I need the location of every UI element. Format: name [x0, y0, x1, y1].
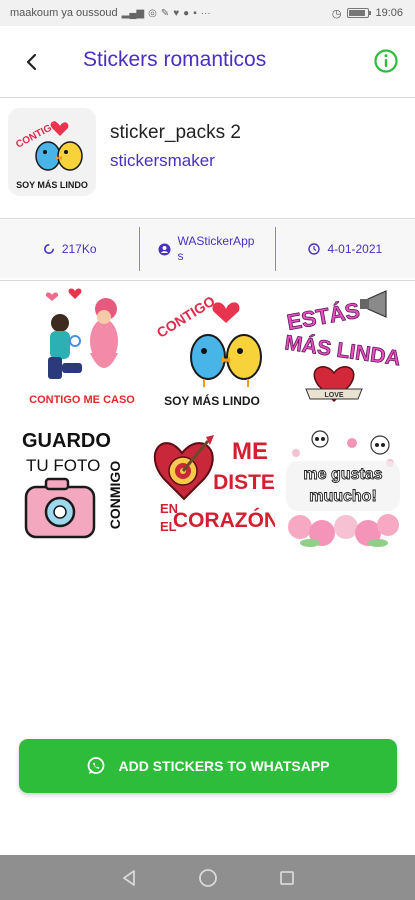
- sticker-me-diste-en-el-corazon[interactable]: ME DISTE EN EL CORAZÓN: [150, 423, 275, 553]
- sticker-text: TU FOTO: [26, 456, 100, 475]
- sticker-text: CONTIGO: [154, 293, 218, 341]
- sticker-text: MÁS LINDA: [283, 331, 402, 370]
- sticker-text: ME: [232, 438, 268, 465]
- sticker-text: CORAZÓN: [173, 508, 275, 532]
- sticker-estas-mas-linda[interactable]: ESTÁS MÁS LINDA LOVE: [280, 283, 405, 413]
- sticker-contigo-soy-mas-lindo[interactable]: CONTIGO SOY MÁS LINDO: [150, 283, 275, 413]
- sticker-text: ESTÁS: [285, 298, 362, 335]
- whatsapp-notif-icon: ◎: [148, 7, 157, 19]
- sticker-text: DISTE: [213, 471, 275, 494]
- pack-header: CONTIGO SOY MÁS LINDO sticker_packs 2 st…: [0, 100, 415, 218]
- facebook-notif-icon: ●: [183, 7, 190, 19]
- pack-name: sticker_packs 2: [110, 122, 241, 143]
- info-button[interactable]: [373, 48, 399, 74]
- clock-icon: [308, 243, 321, 255]
- account-icon: [158, 243, 170, 255]
- battery-fill: [349, 10, 365, 16]
- system-nav-bar: [0, 855, 415, 900]
- pack-info-strip: 217Ko WAStickerApps 4-01-2021: [0, 220, 415, 278]
- appbar-divider: [0, 97, 415, 98]
- back-button[interactable]: [18, 48, 46, 76]
- status-time: 19:06: [375, 7, 403, 19]
- screen: maakoum ya oussoud ▂▄▆ ◎ ✎ ♥ ● ▪ ··· ◷ 1…: [0, 0, 415, 900]
- pack-tray-image: CONTIGO SOY MÁS LINDO: [8, 108, 96, 196]
- whatsapp-icon: [88, 757, 105, 774]
- tray-birds-image: CONTIGO SOY MÁS LINDO: [14, 119, 88, 190]
- pack-size-value: 217Ko: [61, 242, 97, 256]
- app-bar: Stickers romanticos: [0, 26, 415, 96]
- pack-publisher-value: WAStickerApps: [177, 234, 255, 263]
- nav-home-icon[interactable]: [198, 868, 218, 888]
- edit-notif-icon: ✎: [160, 7, 170, 19]
- battery-icon: [347, 8, 372, 18]
- pack-size: 217Ko: [0, 220, 139, 278]
- status-bar: maakoum ya oussoud ▂▄▆ ◎ ✎ ♥ ● ▪ ··· ◷ 1…: [0, 0, 415, 26]
- twitter-notif-icon: ♥: [173, 7, 180, 19]
- sticker-text: CONTIGO ME CASO: [29, 394, 135, 406]
- page-title: Stickers romanticos: [83, 48, 267, 71]
- sticker-text: CONMIGO: [107, 461, 123, 530]
- sticker-image: ESTÁS MÁS LINDA LOVE: [283, 290, 402, 403]
- carrier-name: maakoum ya oussoud: [10, 7, 118, 19]
- arrow-back-icon: [26, 53, 37, 71]
- add-button-label: ADD STICKERS TO WHATSAPP: [118, 758, 330, 774]
- sticker-grid: CONTIGO ME CASO CONTIGO SOY MÁS LINDO ES…: [20, 283, 402, 553]
- sticker-text: me gustas: [303, 466, 382, 483]
- header-divider: [0, 218, 415, 219]
- info-circle-icon: [374, 49, 398, 73]
- sticker-text: LOVE: [324, 392, 343, 399]
- tray-text-bottom: SOY MÁS LINDO: [16, 180, 88, 190]
- sticker-text: GUARDO: [22, 430, 111, 452]
- sticker-image: me gustas muucho!: [286, 430, 400, 547]
- message-notif-icon: ▪: [193, 7, 197, 19]
- alarm-icon: ◷: [331, 7, 342, 20]
- nav-back-icon[interactable]: [120, 869, 138, 887]
- sticker-guardo-tu-foto-conmigo[interactable]: GUARDO TU FOTO CONMIGO: [20, 423, 145, 553]
- refresh-icon: [43, 244, 54, 254]
- more-notif-icon: ···: [200, 7, 211, 19]
- pack-date: 4-01-2021: [276, 220, 415, 278]
- sticker-me-gustas-muucho[interactable]: me gustas muucho!: [280, 423, 405, 553]
- sticker-contigo-me-caso[interactable]: CONTIGO ME CASO: [20, 283, 145, 413]
- pack-date-value: 4-01-2021: [327, 242, 383, 256]
- add-to-whatsapp-button[interactable]: ADD STICKERS TO WHATSAPP: [19, 739, 397, 793]
- pack-author-link[interactable]: stickersmaker: [110, 151, 215, 171]
- sticker-text: muucho!: [309, 488, 377, 505]
- status-icons: ▂▄▆ ◎ ✎ ♥ ● ▪ ···: [122, 8, 211, 19]
- sticker-image: CONTIGO ME CASO: [29, 288, 135, 406]
- nav-recents-icon[interactable]: [278, 869, 296, 887]
- status-right: ◷ 19:06: [332, 7, 403, 20]
- info-divider: [0, 280, 415, 281]
- sticker-text: SOY MÁS LINDO: [164, 393, 260, 408]
- signal-icon: ▂▄▆: [121, 7, 145, 19]
- sticker-image: ME DISTE EN EL CORAZÓN: [153, 435, 275, 534]
- pack-publisher: WAStickerApps: [140, 220, 274, 278]
- sticker-image: GUARDO TU FOTO CONMIGO: [22, 430, 123, 539]
- sticker-image: CONTIGO SOY MÁS LINDO: [154, 293, 262, 408]
